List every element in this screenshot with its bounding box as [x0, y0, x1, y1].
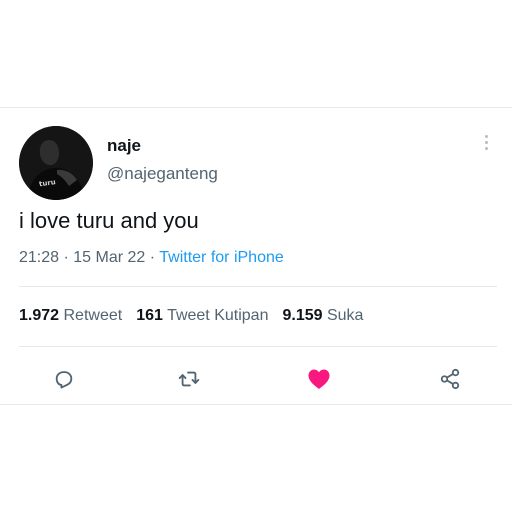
tweet-stats: 1.972 Retweet 161 Tweet Kutipan 9.159 Suka: [19, 307, 363, 325]
share-button[interactable]: [437, 366, 463, 392]
retweet-button[interactable]: [176, 366, 202, 392]
display-name[interactable]: naje: [107, 136, 141, 156]
reply-button[interactable]: [51, 366, 77, 392]
retweet-stat[interactable]: 1.972 Retweet: [19, 307, 122, 324]
screenshot-canvas: turu naje @najeganteng i love turu and y…: [0, 0, 512, 512]
heart-icon: [308, 369, 330, 389]
like-stat[interactable]: 9.159 Suka: [282, 307, 363, 324]
tweet-source[interactable]: Twitter for iPhone: [159, 249, 284, 266]
share-icon: [440, 368, 460, 390]
tweet-text: i love turu and you: [19, 208, 199, 233]
avatar-photo: turu: [19, 126, 93, 200]
like-label: Suka: [326, 307, 364, 324]
tweet-date[interactable]: 15 Mar 22: [73, 249, 145, 266]
reply-icon: [55, 371, 73, 389]
divider: [19, 346, 497, 347]
like-button[interactable]: [306, 366, 332, 392]
more-options-icon[interactable]: [482, 135, 490, 157]
quote-stat[interactable]: 161 Tweet Kutipan: [136, 307, 268, 324]
retweet-label: Retweet: [63, 307, 123, 324]
quote-label: Tweet Kutipan: [167, 307, 269, 324]
quote-count: 161: [136, 307, 163, 324]
user-handle[interactable]: @najeganteng: [107, 164, 218, 184]
retweet-count: 1.972: [19, 307, 60, 324]
meta-separator: ·: [149, 249, 156, 266]
like-count: 9.159: [282, 307, 323, 324]
tweet-time[interactable]: 21:28: [19, 249, 59, 266]
tweet-card: turu naje @najeganteng i love turu and y…: [0, 107, 512, 405]
meta-separator: ·: [63, 249, 69, 266]
divider: [19, 286, 497, 287]
retweet-icon: [178, 371, 200, 387]
avatar[interactable]: turu: [19, 126, 93, 200]
tweet-meta: 21:28 · 15 Mar 22 · Twitter for iPhone: [19, 249, 284, 267]
